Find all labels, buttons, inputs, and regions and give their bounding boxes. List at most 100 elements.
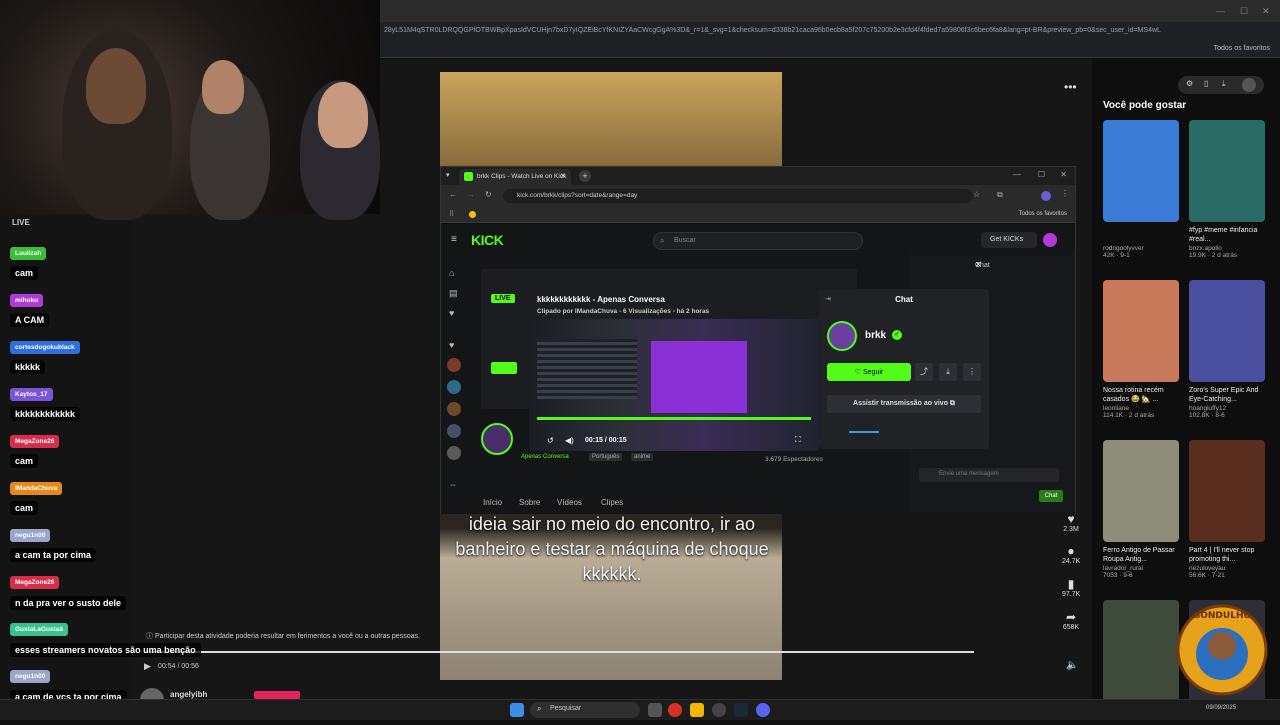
tab-clipes[interactable]: Clipes	[601, 498, 623, 507]
channel-avatar-3[interactable]	[447, 402, 461, 416]
star-icon[interactable]: ☆	[973, 190, 980, 199]
suggestion-user[interactable]: leonliane	[1103, 405, 1179, 412]
tag-portugues[interactable]: Português	[589, 453, 623, 461]
suggestion-title: Nossa rotina recém casados 😂 🏡 ...	[1103, 387, 1164, 403]
inner-menu-icon[interactable]: ⋮	[1061, 189, 1069, 198]
kick-chat-close-icon[interactable]: ✕	[975, 260, 982, 269]
suggestion-card[interactable]: Nossa rotina recém casados 😂 🏡 ... leonli…	[1103, 280, 1179, 419]
file-explorer-icon[interactable]	[690, 703, 704, 717]
kick-chat-send-button[interactable]: Chat	[1039, 490, 1063, 502]
discord-icon[interactable]	[756, 703, 770, 717]
suggestion-thumbnail[interactable]	[1189, 280, 1265, 382]
share-icon[interactable]: ⤴	[915, 363, 933, 381]
kick-logo[interactable]: KICK	[471, 232, 504, 248]
suggestion-card[interactable]: Zoro's Super Epic And Eye-Catching... hoa…	[1189, 280, 1265, 419]
inner-minimize-icon[interactable]: —	[1013, 170, 1021, 179]
follow-channel-mini[interactable]	[491, 362, 517, 374]
get-kicks-button[interactable]: Get KICKs	[981, 232, 1037, 248]
suggestion-card[interactable]: Ferro Antigo de Passar Roupa Antig... lav…	[1103, 440, 1179, 579]
suggestion-card[interactable]: #fyp #meme #infancia #real... bnzx.apollo…	[1189, 120, 1265, 259]
inner-close-icon[interactable]: ✕	[1060, 170, 1067, 179]
extensions-icon[interactable]: ⧉	[997, 190, 1003, 200]
bookmarks-folder[interactable]: Todos os favoritos	[1214, 45, 1270, 52]
suggestion-thumbnail[interactable]	[1103, 120, 1179, 222]
close-icon[interactable]: ✕	[1262, 6, 1270, 17]
inner-tab[interactable]: brkk Clips - Watch Live on Kick ✕	[459, 169, 571, 185]
kick-chat-input[interactable]: Envie uma mensagem	[919, 468, 1059, 482]
tab-inicio[interactable]: Início	[483, 498, 502, 507]
clip-video[interactable]	[529, 319, 819, 451]
home-icon[interactable]: ⌂	[449, 268, 454, 278]
channel-avatar-2[interactable]	[447, 380, 461, 394]
volume-icon[interactable]: 🔈	[1066, 660, 1078, 671]
suggestion-card[interactable]: Part 4 | I'll never stop promoting thi..…	[1189, 440, 1265, 579]
taskbar-search[interactable]: ⌕ Pesquisar	[530, 702, 640, 718]
clip-progress[interactable]	[537, 417, 811, 420]
back-icon[interactable]: ←	[449, 190, 457, 199]
chrome-icon[interactable]	[668, 703, 682, 717]
kick-user-avatar[interactable]	[1043, 233, 1057, 247]
settings-icon[interactable]: ⚙	[1186, 79, 1193, 88]
inner-bookmarks-folder[interactable]: Todos os favoritos	[1019, 211, 1067, 217]
download-icon[interactable]: ⤓	[1222, 79, 1226, 89]
new-tab-icon[interactable]: +	[579, 170, 591, 182]
play-icon[interactable]: ▶	[144, 661, 151, 672]
share-button[interactable]: ➦ 658K	[1062, 610, 1080, 631]
reload-icon[interactable]: ↻	[485, 190, 492, 199]
channel-panel-name[interactable]: brkk	[865, 330, 886, 341]
steam-icon[interactable]	[734, 703, 748, 717]
collapse-icon[interactable]: ⇔	[449, 480, 457, 489]
maximize-icon[interactable]: ☐	[1240, 6, 1248, 17]
minimize-icon[interactable]: —	[1216, 6, 1225, 16]
bookmark-button[interactable]: ▮ 97.7K	[1062, 577, 1080, 598]
fullscreen-icon[interactable]: ⛶	[795, 435, 801, 445]
suggestion-thumbnail[interactable]	[1189, 440, 1265, 542]
tab-menu-icon[interactable]: ▾	[446, 171, 450, 179]
suggestion-user[interactable]: lavrador_rural	[1103, 565, 1179, 572]
browse-icon[interactable]: ▤	[449, 288, 458, 299]
tab-close-icon[interactable]: ✕	[560, 172, 566, 180]
follow-button[interactable]: ♡ Seguir	[827, 363, 911, 381]
app-icon[interactable]	[712, 703, 726, 717]
more-icon[interactable]: ⋮	[963, 363, 981, 381]
inner-maximize-icon[interactable]: ☐	[1038, 170, 1045, 179]
comment-user[interactable]: angelyibh	[170, 690, 207, 699]
hamburger-icon[interactable]: ≡	[451, 234, 457, 245]
apps-icon[interactable]: ⠿	[449, 210, 454, 218]
bookmark-favicon-icon[interactable]	[469, 211, 476, 218]
inner-url-field[interactable]: kick.com/brkk/clips?sort=date&range=day	[503, 189, 973, 203]
suggestion-user[interactable]: bnzx.apollo	[1189, 245, 1265, 252]
channel-avatar-5[interactable]	[447, 446, 461, 460]
download-clip-icon[interactable]: ⤓	[939, 363, 957, 381]
forward-icon[interactable]: →	[467, 190, 475, 199]
windows-start-icon[interactable]	[510, 703, 524, 717]
channel-avatar[interactable]	[481, 423, 513, 455]
suggestion-card[interactable]: rodrigoolyvver 42K · 9-1	[1103, 120, 1179, 259]
following-icon[interactable]: ♥	[449, 308, 454, 318]
tag-anime[interactable]: anime	[631, 453, 654, 461]
watch-live-button[interactable]: Assistir transmissão ao vivo ⧉	[827, 395, 981, 413]
suggestion-user[interactable]: hoangluffy12	[1189, 405, 1265, 412]
suggestion-thumbnail[interactable]	[1103, 280, 1179, 382]
suggestion-thumbnail[interactable]	[1189, 120, 1265, 222]
suggestion-user[interactable]: nezuloveyau	[1189, 565, 1265, 572]
channel-avatar-1[interactable]	[447, 358, 461, 372]
profile-avatar[interactable]	[1041, 191, 1051, 201]
tab-sobre[interactable]: Sobre	[519, 498, 540, 507]
replay-icon[interactable]: ↺	[547, 436, 554, 445]
channel-panel-avatar[interactable]	[827, 321, 857, 351]
phone-icon[interactable]: ▯	[1204, 79, 1208, 88]
comment-button[interactable]: ● 24.7K	[1062, 544, 1080, 565]
task-view-icon[interactable]	[648, 703, 662, 717]
suggestion-thumbnail[interactable]	[1103, 440, 1179, 542]
avatar[interactable]	[1242, 78, 1256, 92]
kick-search-input[interactable]: ⌕ Buscar	[653, 232, 863, 250]
more-options-icon[interactable]: •••	[1064, 80, 1077, 94]
suggestion-user[interactable]: rodrigoolyvver	[1103, 245, 1179, 252]
like-button[interactable]: ♥ 2.3M	[1062, 512, 1080, 533]
tab-videos[interactable]: Vídeos	[557, 498, 582, 507]
favorites-icon[interactable]: ♥	[449, 340, 454, 350]
clip-volume-icon[interactable]: ◀)	[565, 436, 574, 445]
channel-title[interactable]: Apenas Conversa	[521, 454, 569, 460]
channel-avatar-4[interactable]	[447, 424, 461, 438]
